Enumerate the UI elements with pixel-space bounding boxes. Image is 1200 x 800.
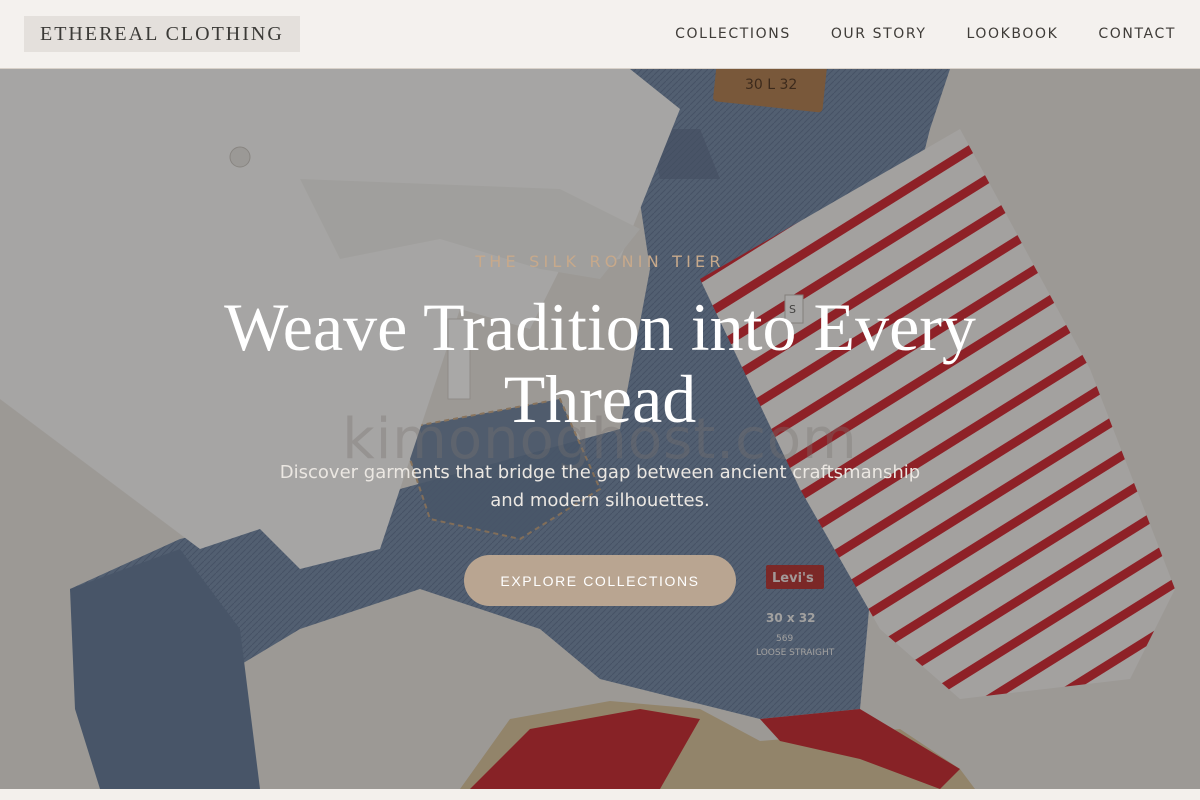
hero-headline: Weave Tradition into Every Thread (224, 289, 976, 437)
hero-content: THE SILK RONIN TIER Weave Tradition into… (0, 69, 1200, 789)
main-nav: COLLECTIONS OUR STORY LOOKBOOK CONTACT (675, 26, 1176, 42)
page-bottom-strip (0, 789, 1200, 800)
brand-logo[interactable]: ETHEREAL CLOTHING (24, 16, 300, 52)
hero-section: 30 L 32 Levi's 30 x 32 569 LOOSE STRAIGH… (0, 69, 1200, 789)
nav-link-our-story[interactable]: OUR STORY (831, 26, 927, 42)
nav-link-contact[interactable]: CONTACT (1098, 26, 1176, 42)
hero-eyebrow: THE SILK RONIN TIER (475, 252, 725, 271)
hero-subtitle: Discover garments that bridge the gap be… (279, 462, 921, 511)
site-header: ETHEREAL CLOTHING COLLECTIONS OUR STORY … (0, 0, 1200, 69)
nav-link-collections[interactable]: COLLECTIONS (675, 26, 791, 42)
explore-collections-button[interactable]: EXPLORE COLLECTIONS (464, 555, 736, 606)
nav-link-lookbook[interactable]: LOOKBOOK (967, 26, 1059, 42)
